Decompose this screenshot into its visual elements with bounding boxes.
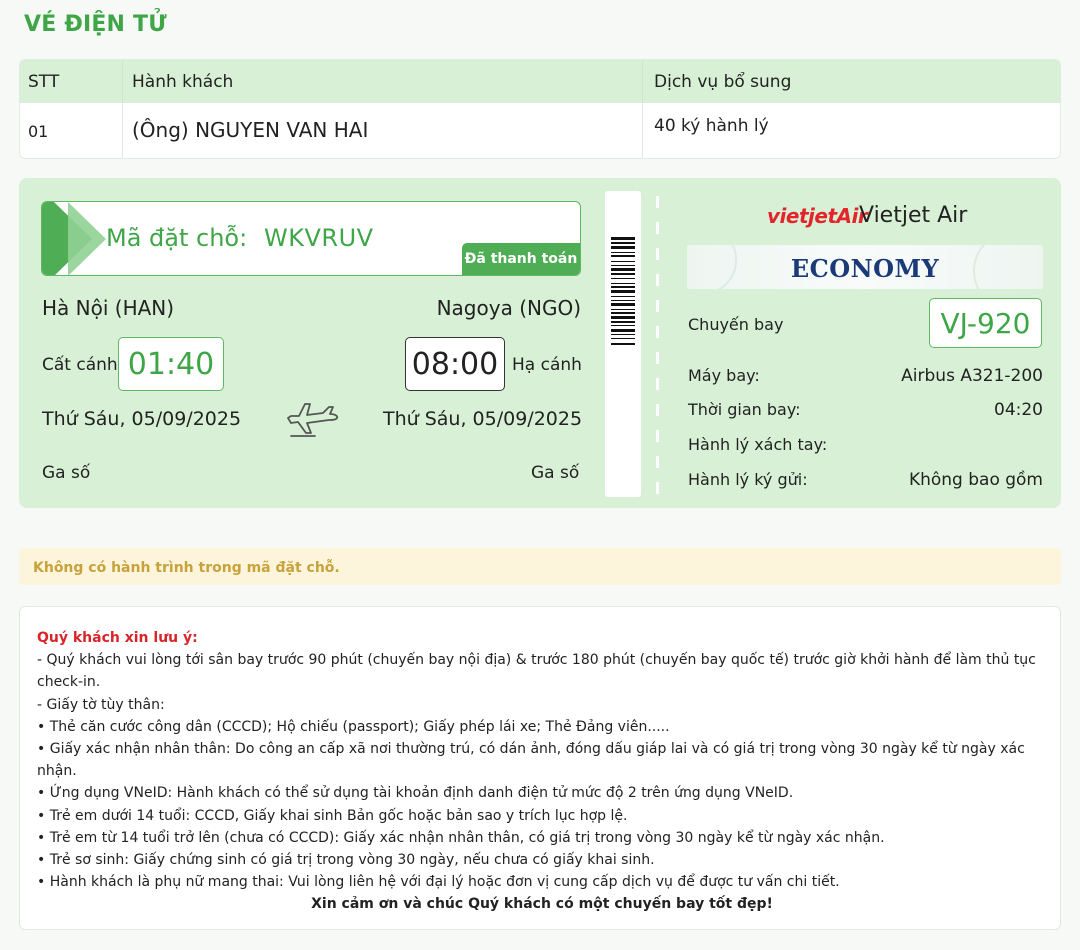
booking-code: WKVRUV	[264, 224, 374, 252]
list-item: Giấy xác nhận nhân thân: Do công an cấp …	[37, 738, 1047, 782]
checked-baggage-value: Không bao gồm	[908, 470, 1043, 490]
closing-message: Xin cảm ơn và chúc Quý khách có một chuy…	[311, 896, 773, 913]
notes-panel: Quý khách xin lưu ý: - Quý khách vui lòn…	[19, 606, 1061, 930]
departure-date: Thứ Sáu, 05/09/2025	[42, 408, 242, 430]
payment-status-badge: Đã thanh toán	[462, 243, 580, 275]
flight-number: VJ-920	[929, 298, 1042, 348]
barcode-strip	[605, 191, 641, 497]
aircraft-label: Máy bay:	[688, 366, 760, 385]
itinerary-alert: Không có hành trình trong mã đặt chỗ.	[19, 548, 1061, 585]
destination-city: Nagoya (NGO)	[436, 296, 581, 320]
header-passenger: Hành khách	[132, 72, 234, 92]
aircraft-value: Airbus A321-200	[901, 366, 1043, 386]
chevron-decor	[68, 202, 106, 275]
boarding-pass: Mã đặt chỗ: WKVRUV Đã thanh toán Hà Nội …	[19, 178, 1061, 508]
page-title: VÉ ĐIỆN TỬ	[24, 12, 167, 37]
list-item: Thẻ căn cước công dân (CCCD); Hộ chiếu (…	[37, 716, 1060, 738]
flight-label: Chuyến bay	[688, 315, 784, 334]
arrival-gate: Ga số	[531, 463, 580, 483]
notes-line: - Giấy tờ tùy thân:	[37, 696, 165, 713]
passenger-name: NGUYEN VAN HAI	[195, 118, 369, 142]
chevron-decor	[42, 202, 54, 275]
departure-gate: Ga số	[42, 463, 91, 483]
row-passenger: (Ông) NGUYEN VAN HAI	[132, 118, 368, 142]
notes-title: Quý khách xin lưu ý:	[37, 630, 198, 646]
arrival-label: Hạ cánh	[512, 355, 582, 375]
origin-city: Hà Nội (HAN)	[42, 296, 175, 320]
barcode-icon	[611, 237, 635, 345]
tear-line	[656, 196, 659, 496]
list-item: Hành khách là phụ nữ mang thai: Vui lòng…	[37, 871, 1060, 893]
header-service: Dịch vụ bổ sung	[654, 72, 792, 92]
column-divider	[642, 60, 643, 103]
arrival-time: 08:00	[405, 337, 505, 391]
fare-class: ECONOMY	[790, 254, 940, 283]
booking-code-label: Mã đặt chỗ:	[106, 224, 248, 252]
row-service: 40 ký hành lý	[654, 116, 769, 136]
airline-logo: vietjetAir	[767, 204, 868, 228]
checked-baggage-label: Hành lý ký gửi:	[688, 470, 808, 489]
duration-value: 04:20	[994, 400, 1043, 420]
carry-on-label: Hành lý xách tay:	[688, 435, 828, 454]
passenger-title: (Ông)	[132, 118, 189, 142]
column-divider	[122, 60, 123, 103]
list-item: Trẻ sơ sinh: Giấy chứng sinh có giá trị …	[37, 849, 1060, 871]
list-item: Trẻ em dưới 14 tuổi: CCCD, Giấy khai sin…	[37, 805, 1060, 827]
fare-class-banner: ECONOMY	[687, 245, 1043, 289]
list-item: Trẻ em từ 14 tuổi trở lên (chưa có CCCD)…	[37, 827, 1060, 849]
departure-time: 01:40	[118, 337, 224, 391]
passenger-table: STT Hành khách Dịch vụ bổ sung 01 (Ông) …	[19, 59, 1061, 159]
departure-label: Cất cánh	[42, 355, 118, 375]
arrival-date: Thứ Sáu, 05/09/2025	[383, 408, 583, 430]
column-divider	[642, 103, 643, 158]
airline-name: Vietjet Air	[859, 203, 968, 228]
row-stt: 01	[28, 122, 49, 141]
booking-code-box: Mã đặt chỗ: WKVRUV Đã thanh toán	[41, 201, 581, 276]
notes-line: - Quý khách vui lòng tới sân bay trước 9…	[37, 652, 1036, 691]
column-divider	[122, 103, 123, 158]
plane-icon	[285, 396, 341, 442]
passenger-table-header: STT Hành khách Dịch vụ bổ sung	[20, 60, 1060, 103]
list-item: Ứng dụng VNeID: Hành khách có thể sử dụn…	[37, 782, 1060, 804]
header-stt: STT	[28, 72, 60, 92]
duration-label: Thời gian bay:	[688, 400, 801, 419]
